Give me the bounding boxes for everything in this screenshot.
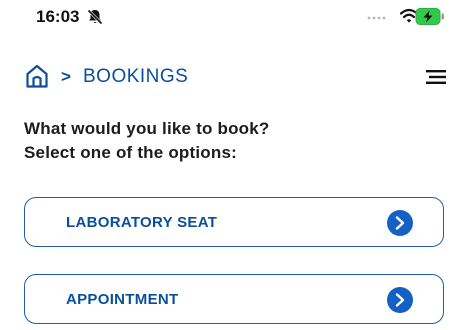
- breadcrumb-separator: >: [61, 67, 71, 86]
- prompt-question: What would you like to book?: [24, 119, 270, 138]
- booking-prompt: What would you like to book? Select one …: [24, 117, 454, 165]
- hamburger-menu-icon[interactable]: [426, 69, 446, 85]
- page-title: BOOKINGS: [83, 66, 189, 87]
- signal-dots-icon: [367, 16, 386, 20]
- status-bar: 16:03: [0, 0, 469, 40]
- home-icon[interactable]: [25, 63, 49, 89]
- chevron-right-circle-icon[interactable]: [387, 287, 413, 313]
- appointment-option[interactable]: APPOINTMENT: [24, 274, 444, 324]
- option-label: LABORATORY SEAT: [66, 214, 218, 231]
- battery-charging-icon: [415, 8, 444, 25]
- option-label: APPOINTMENT: [66, 291, 179, 308]
- laboratory-seat-option[interactable]: LABORATORY SEAT: [24, 197, 444, 247]
- app-header: > BOOKINGS: [0, 60, 469, 96]
- bookings-screen: 16:03 > BOOKINGS What would you like to …: [0, 0, 469, 330]
- chevron-right-circle-icon[interactable]: [387, 210, 413, 236]
- bell-slash-icon: [87, 9, 103, 25]
- prompt-instruction: Select one of the options:: [24, 143, 237, 162]
- status-time: 16:03: [36, 7, 80, 26]
